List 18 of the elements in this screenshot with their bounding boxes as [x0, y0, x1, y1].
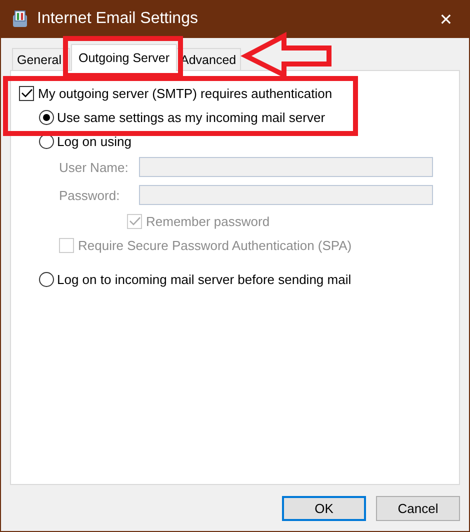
field-label: User Name:	[59, 160, 130, 174]
window-title: Internet Email Settings	[37, 10, 199, 28]
tab[interactable]: Outgoing Server	[71, 44, 177, 71]
radio-label: Log on using	[57, 134, 132, 148]
field-label: Password:	[59, 188, 121, 202]
checkbox[interactable]	[19, 86, 34, 100]
dialog-button[interactable]: Cancel	[376, 496, 460, 521]
radio-label: Log on to incoming mail server before sending mail	[57, 272, 352, 286]
radio-button[interactable]	[39, 272, 54, 286]
close-button[interactable]: ✕	[423, 0, 469, 38]
checkbox-label: Require Secure Password Authentication (SPA)	[78, 238, 352, 252]
radio-button[interactable]	[39, 110, 54, 124]
radio-label: Use same settings as my incoming mail server	[57, 110, 326, 124]
mail-server-icon	[11, 9, 29, 29]
checkbox-label: Remember password	[146, 214, 270, 228]
checkbox-label: My outgoing server (SMTP) requires authentication	[38, 86, 332, 100]
tab[interactable]: General	[12, 48, 70, 70]
dialog-button[interactable]: OK	[282, 496, 366, 521]
